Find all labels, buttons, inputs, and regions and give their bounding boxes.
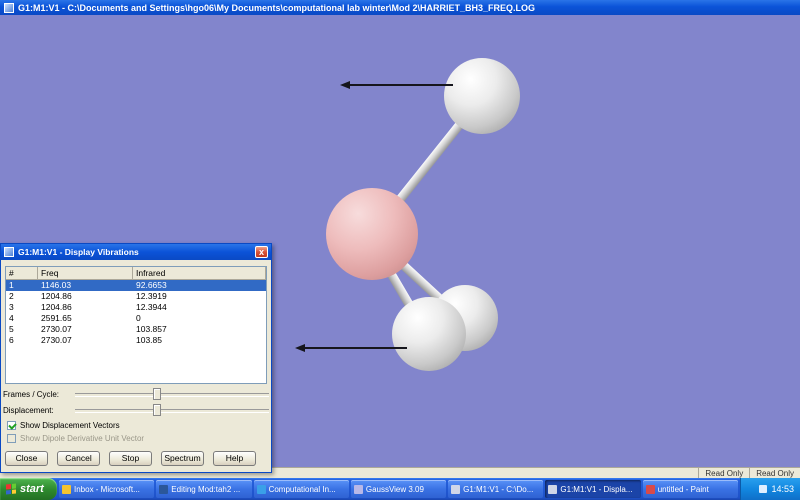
spectrum-button[interactable]: Spectrum [161,451,204,466]
taskbar: start Inbox - Microsoft... Editing Mod:t… [0,478,800,500]
row-num: 1 [9,280,14,290]
tray-icon[interactable] [759,485,768,493]
col-header-infrared[interactable]: Infrared [133,267,266,280]
displacement-vector-top-arrowhead [340,81,350,89]
show-dipole-checkbox [7,434,16,443]
dialog-title: G1:M1:V1 - Display Vibrations [18,247,139,257]
taskbar-item-label: GaussView 3.09 [365,484,424,494]
start-button[interactable]: start [0,478,57,500]
hydrogen-atom-bottom-left[interactable] [392,297,466,371]
frames-per-cycle-label: Frames / Cycle: [3,389,60,399]
taskbar-item-gaussview[interactable]: GaussView 3.09 [350,480,447,498]
taskbar-item-outlook[interactable]: Inbox - Microsoft... [59,480,155,498]
outlook-icon [62,484,71,494]
displacement-vector-bottom-arrowhead [295,344,305,352]
main-window-titlebar[interactable]: G1:M1:V1 - C:\Documents and Settings\hgo… [0,0,800,15]
show-displacement-vectors-label: Show Displacement Vectors [20,421,120,430]
show-dipole-row: Show Dipole Derivative Unit Vector [7,433,144,444]
taskbar-item-browser[interactable]: Computational In... [253,480,349,498]
table-row[interactable]: 5 2730.07 103.857 [6,324,266,335]
displacement-slider[interactable] [75,403,269,417]
windows-logo-icon [6,483,16,495]
row-infrared: 103.857 [136,324,167,334]
word-icon [159,484,169,494]
table-row[interactable]: 4 2591.65 0 [6,313,266,324]
molecule-window-icon [451,484,461,494]
frames-slider-thumb[interactable] [153,388,161,400]
col-header-freq[interactable]: Freq [38,267,133,280]
displacement-row: Displacement: [3,403,269,417]
dialog-window-icon [548,484,558,494]
taskbar-item-display-vibrations[interactable]: G1:M1:V1 - Displa... [545,480,641,498]
row-num: 3 [9,302,14,312]
row-num: 2 [9,291,14,301]
table-row[interactable]: 1 1146.03 92.6653 [6,280,266,291]
row-num: 6 [9,335,14,345]
status-read-only-2: Read Only [749,467,800,479]
system-tray: 14:53 [740,478,800,500]
col-header-num[interactable]: # [6,267,38,280]
help-button[interactable]: Help [213,451,256,466]
hydrogen-atom-top[interactable] [444,58,520,134]
row-freq: 2591.65 [41,313,72,323]
main-window-title: G1:M1:V1 - C:\Documents and Settings\hgo… [18,2,536,13]
taskbar-item-label: untitled - Paint [657,484,709,494]
taskbar-item-paint[interactable]: untitled - Paint [642,480,738,498]
row-infrared: 103.85 [136,335,162,345]
row-freq: 2730.07 [41,335,72,345]
table-row[interactable]: 2 1204.86 12.3919 [6,291,266,302]
row-freq: 1204.86 [41,302,72,312]
show-dipole-label: Show Dipole Derivative Unit Vector [20,434,145,443]
frames-per-cycle-slider[interactable] [75,387,269,401]
table-row[interactable]: 3 1204.86 12.3944 [6,302,266,313]
gaussview-app-icon [4,2,14,13]
frames-per-cycle-row: Frames / Cycle: [3,387,269,401]
displacement-vector-bottom [304,347,407,349]
boron-atom[interactable] [326,188,418,280]
close-icon[interactable]: x [255,246,268,258]
row-infrared: 12.3919 [136,291,167,301]
row-num: 4 [9,313,14,323]
paint-icon [645,484,655,494]
display-vibrations-dialog: G1:M1:V1 - Display Vibrations x # Freq I… [0,243,272,473]
row-infrared: 12.3944 [136,302,167,312]
internet-explorer-icon [256,484,266,494]
cancel-button[interactable]: Cancel [57,451,100,466]
row-freq: 2730.07 [41,324,72,334]
show-displacement-vectors-row[interactable]: Show Displacement Vectors [7,420,120,431]
dialog-button-row: Close Cancel Stop Spectrum Help [5,451,267,466]
vibrations-table[interactable]: # Freq Infrared 1 1146.03 92.6653 2 1204… [5,266,267,384]
taskbar-item-label: Computational In... [268,484,336,494]
displacement-slider-thumb[interactable] [153,404,161,416]
taskbar-item-label: Inbox - Microsoft... [74,484,140,494]
clock[interactable]: 14:53 [771,484,794,494]
gaussview-icon [353,484,363,494]
taskbar-item-gaussview-window[interactable]: G1:M1:V1 - C:\Do... [448,480,544,498]
stop-button[interactable]: Stop [109,451,152,466]
taskbar-items: Inbox - Microsoft... Editing Mod:tah2 ..… [57,478,740,500]
desktop: G1:M1:V1 - C:\Documents and Settings\hgo… [0,0,800,500]
row-infrared: 0 [136,313,141,323]
row-infrared: 92.6653 [136,280,167,290]
row-freq: 1204.86 [41,291,72,301]
row-num: 5 [9,324,14,334]
show-displacement-vectors-checkbox[interactable] [7,421,16,430]
taskbar-item-label: G1:M1:V1 - Displa... [560,484,633,494]
dialog-titlebar[interactable]: G1:M1:V1 - Display Vibrations x [1,244,271,260]
table-header: # Freq Infrared [6,267,266,280]
displacement-vector-top [349,84,453,86]
displacement-label: Displacement: [3,405,54,415]
close-button[interactable]: Close [5,451,48,466]
row-freq: 1146.03 [41,280,72,290]
start-button-label: start [20,483,44,495]
table-row[interactable]: 6 2730.07 103.85 [6,335,266,346]
dialog-icon [4,247,14,257]
taskbar-item-word[interactable]: Editing Mod:tah2 ... [156,480,252,498]
taskbar-item-label: Editing Mod:tah2 ... [171,484,241,494]
status-read-only-1: Read Only [698,467,749,479]
taskbar-item-label: G1:M1:V1 - C:\Do... [463,484,534,494]
